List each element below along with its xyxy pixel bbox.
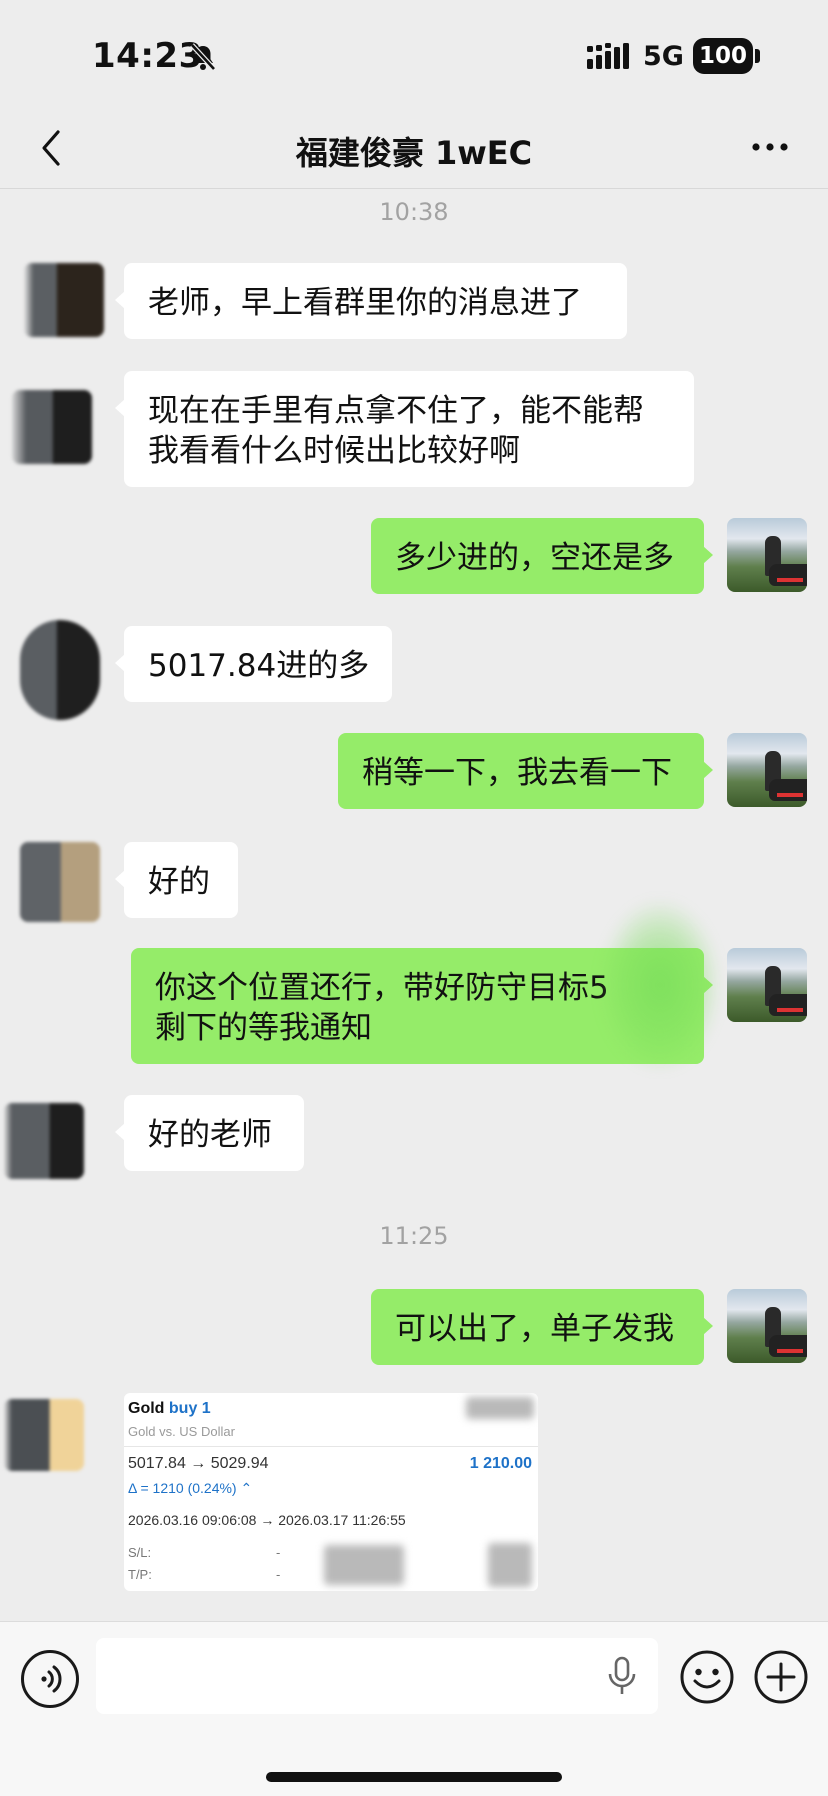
network-label: 5G [643, 41, 684, 72]
timestamp: 10:38 [379, 198, 449, 226]
message-text: 稍等一下，我去看一下 [362, 755, 672, 791]
mic-icon[interactable] [606, 1656, 638, 1696]
voice-icon[interactable] [21, 1650, 79, 1708]
message-text: 可以出了，单子发我 [395, 1311, 674, 1347]
my-avatar[interactable] [727, 518, 807, 592]
chat-title: 福建俊豪 1wEC [295, 134, 533, 172]
trade-screenshot[interactable]: Gold buy 1 Gold vs. US Dollar 5017.84 → … [124, 1393, 538, 1591]
message-text: 好的 [148, 864, 210, 900]
my-avatar[interactable] [727, 1289, 807, 1363]
take-profit-label: T/P: [128, 1567, 152, 1582]
more-dots-icon[interactable] [750, 137, 790, 157]
message-bubble-outgoing: 可以出了，单子发我 [371, 1289, 713, 1365]
my-avatar[interactable] [727, 948, 807, 1022]
message-text: 老师，早上看群里你的消息进了 [148, 285, 582, 321]
message-bubble-incoming: 好的老师 [115, 1095, 304, 1171]
take-profit-value: - [276, 1567, 281, 1582]
message-input[interactable] [96, 1638, 658, 1714]
trade-prices: 5017.84 → 5029.94 [128, 1455, 269, 1472]
message-bubble-outgoing: 稍等一下，我去看一下 [338, 733, 713, 809]
chat-header: 福建俊豪 1wEC [0, 110, 828, 189]
trade-description: Gold vs. US Dollar [128, 1424, 235, 1439]
blurred-redaction [488, 1543, 532, 1587]
trade-profit: 1 210.00 [469, 1455, 532, 1472]
battery-tip [755, 49, 760, 63]
timestamp: 11:25 [379, 1222, 449, 1250]
trade-symbol: Gold buy 1 [128, 1400, 211, 1418]
message-text: 多少进的，空还是多 [395, 540, 674, 576]
contact-avatar[interactable] [4, 1103, 84, 1179]
my-avatar[interactable] [727, 733, 807, 807]
blurred-redaction [600, 900, 720, 1070]
trade-divider [124, 1446, 538, 1447]
message-text: 5017.84进的多 [148, 648, 370, 684]
status-bar: 14:23 5G 100 [0, 0, 828, 110]
contact-avatar[interactable] [20, 842, 100, 922]
emoji-icon[interactable] [678, 1648, 736, 1706]
contact-avatar[interactable] [20, 620, 100, 720]
blurred-redaction [324, 1545, 404, 1585]
plus-icon[interactable] [752, 1648, 810, 1706]
message-bubble-incoming: 5017.84进的多 [115, 626, 392, 702]
stop-loss-label: S/L: [128, 1545, 152, 1560]
contact-avatar[interactable] [24, 263, 104, 337]
stop-loss-value: - [276, 1545, 281, 1560]
message-text: 我看看什么时候出比较好啊 [148, 433, 520, 469]
message-bubble-incoming: 现在在手里有点拿不住了，能不能帮 我看看什么时候出比较好啊 [115, 371, 694, 487]
message-text: 好的老师 [148, 1117, 272, 1153]
home-indicator[interactable] [266, 1772, 562, 1782]
contact-avatar[interactable] [4, 1399, 84, 1471]
trade-dates: 2026.03.16 09:06:08 → 2026.03.17 11:26:5… [128, 1512, 406, 1528]
message-bubble-outgoing: 多少进的，空还是多 [371, 518, 713, 594]
message-text: 现在在手里有点拿不住了，能不能帮 [148, 393, 644, 429]
status-time: 14:23 [92, 36, 203, 76]
message-bubble-incoming: 老师，早上看群里你的消息进了 [115, 263, 627, 339]
battery-indicator: 100 [693, 38, 753, 74]
trade-delta: Δ = 1210 (0.24%) ⌃ [128, 1480, 253, 1496]
chat-input-bar [0, 1621, 828, 1796]
bell-off-icon [190, 43, 216, 71]
contact-avatar[interactable] [12, 390, 92, 464]
blurred-redaction [466, 1397, 534, 1419]
trade-symbol-name: Gold [128, 1400, 165, 1417]
trade-side: buy 1 [168, 1400, 211, 1417]
signal-icon [587, 43, 629, 69]
message-bubble-incoming: 好的 [115, 842, 238, 918]
